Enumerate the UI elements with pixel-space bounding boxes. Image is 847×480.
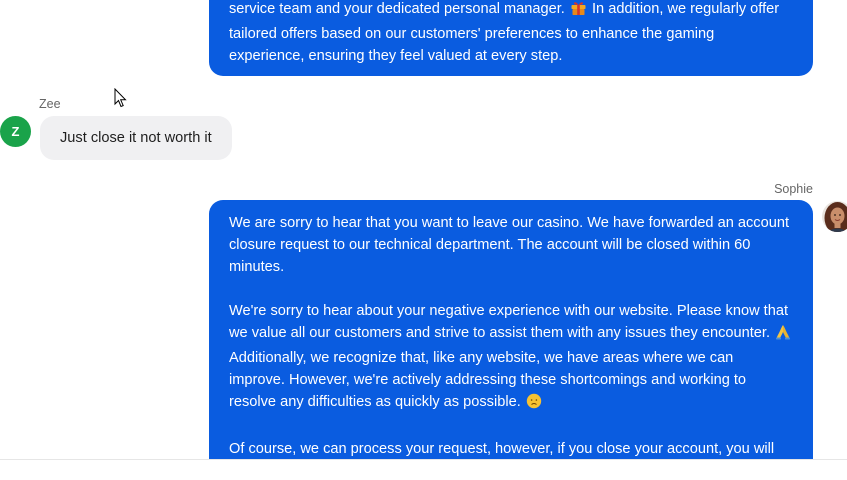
avatar: Z (0, 116, 31, 147)
user-message-text: Just close it not worth it (60, 130, 212, 146)
sad-face-icon (526, 393, 542, 416)
agent-message-paragraph: Of course, we can process your request, … (229, 438, 793, 459)
agent-message-bubble: service team and your dedicated personal… (209, 0, 813, 76)
chat-transcript: service team and your dedicated personal… (0, 0, 847, 459)
agent-message-paragraph: We're sorry to hear about your negative … (229, 300, 793, 416)
avatar (822, 201, 847, 232)
sender-name-sophie: Sophie (774, 182, 813, 196)
user-message-bubble: Just close it not worth it (40, 116, 232, 160)
gift-icon (570, 0, 587, 23)
agent-message-text: service team and your dedicated personal… (229, 0, 793, 67)
message-input-area (0, 459, 847, 480)
sender-name-zee: Zee (39, 97, 61, 111)
agent-message-paragraph: We are sorry to hear that you want to le… (229, 212, 793, 278)
praying-hands-icon (775, 324, 791, 347)
mouse-cursor-icon (114, 88, 127, 108)
agent-message-bubble: We are sorry to hear that you want to le… (209, 200, 813, 459)
